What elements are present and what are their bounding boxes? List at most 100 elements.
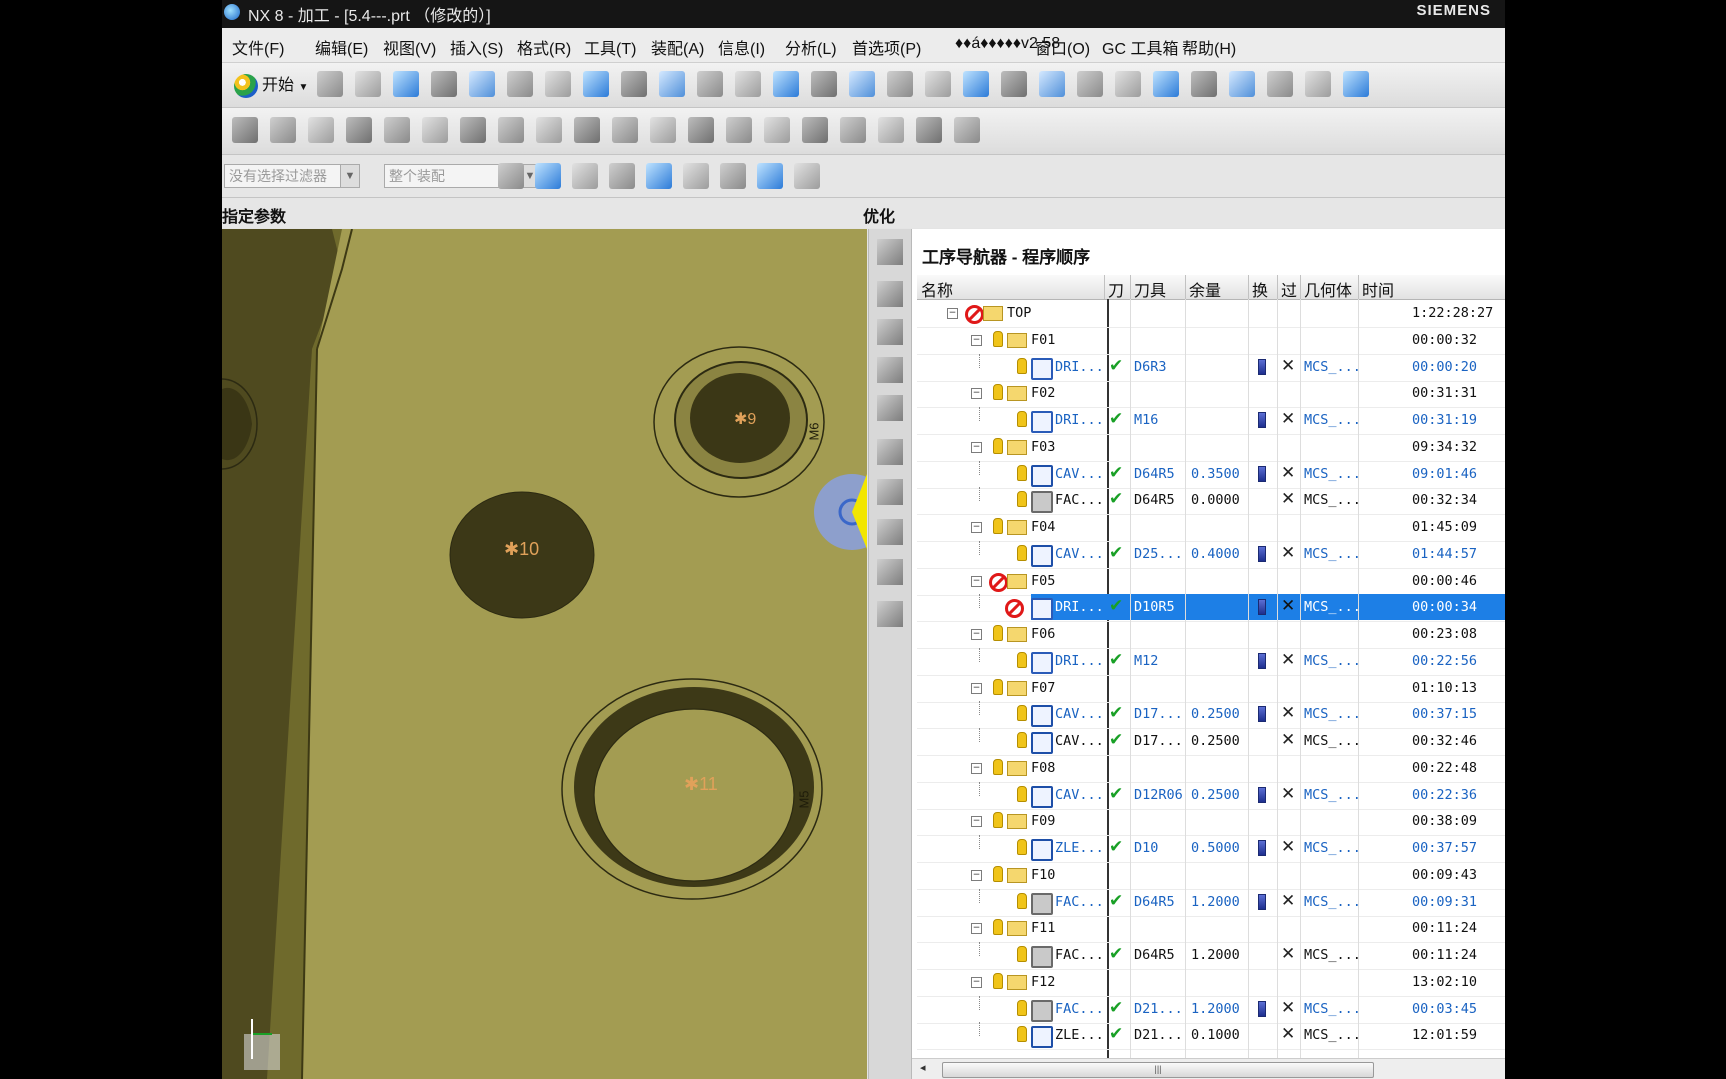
axis-icon[interactable] (683, 163, 709, 189)
collapse-toggle-icon[interactable]: − (971, 388, 982, 400)
offset-icon[interactable] (612, 117, 638, 143)
menu-item-6[interactable]: 装配(A) (651, 35, 704, 59)
draft-icon[interactable] (878, 117, 904, 143)
scrollbar-thumb[interactable]: ||| (942, 1062, 1374, 1078)
method-view-icon[interactable] (877, 357, 903, 383)
path-generate-icon[interactable] (877, 479, 903, 505)
drill-icon[interactable] (877, 439, 903, 465)
sweep-icon[interactable] (536, 117, 562, 143)
operation-nav-icon[interactable] (877, 395, 903, 421)
table-row[interactable]: − F06 00:23:08 (917, 621, 1505, 649)
collapse-toggle-icon[interactable]: − (971, 522, 982, 533)
sketch-icon[interactable] (422, 117, 448, 143)
pocket-icon[interactable] (840, 117, 866, 143)
table-row[interactable]: ZLE... ✔ D21... 0.1000 ✕ MCS_... 12:01:59 (917, 1022, 1505, 1051)
table-row[interactable]: DRI... ✔ M16 ✕ MCS_... 00:31:19 (917, 407, 1505, 435)
reset-icon[interactable] (720, 163, 746, 189)
point-icon[interactable] (535, 163, 561, 189)
collapse-toggle-icon[interactable]: − (947, 308, 958, 319)
horizontal-scrollbar[interactable]: ◂ ||| (912, 1058, 1505, 1079)
create-operation-icon[interactable] (925, 71, 951, 97)
collapse-toggle-icon[interactable]: − (971, 869, 982, 881)
menu-item-13[interactable]: 帮助(H) (1182, 35, 1236, 59)
chamfer-icon[interactable] (954, 117, 980, 143)
table-row[interactable]: FAC... ✔ D21... 1.2000 ✕ MCS_... 00:03:45 (917, 995, 1505, 1024)
menu-item-12[interactable]: GC 工具箱 (1102, 35, 1178, 59)
table-row[interactable]: DRI... ✔ D10R5 ✕ MCS_... 00:00:34 (917, 594, 1505, 623)
boolean-icon[interactable] (726, 117, 752, 143)
table-row[interactable]: CAV... ✔ D25... 0.4000 ✕ MCS_... 01:44:57 (917, 540, 1505, 569)
table-row[interactable]: DRI... ✔ D6R3 ✕ MCS_... 00:00:20 (917, 353, 1505, 382)
menu-item-1[interactable]: 编辑(E) (315, 35, 368, 59)
table-row[interactable]: FAC... ✔ D64R5 0.0000 ✕ MCS_... 00:32:34 (917, 487, 1505, 516)
collapse-toggle-icon[interactable]: − (971, 629, 982, 640)
machine-icon[interactable] (1267, 71, 1293, 97)
line-icon[interactable] (232, 117, 258, 143)
view-cube-icon[interactable] (794, 163, 820, 189)
shop-doc-icon[interactable] (877, 601, 903, 627)
select-icon[interactable] (572, 163, 598, 189)
shop-doc-icon[interactable] (1001, 71, 1027, 97)
table-row[interactable]: − F08 00:22:48 (917, 755, 1505, 783)
table-row[interactable]: CAV... ✔ D17... 0.2500 ✕ MCS_... 00:37:15 (917, 701, 1505, 730)
type-filter-dropdown[interactable]: 没有选择过滤器 ▼ (224, 164, 360, 188)
tool-icon[interactable] (621, 71, 647, 97)
menu-item-2[interactable]: 视图(V) (383, 35, 436, 59)
feeds-icon[interactable] (1229, 71, 1255, 97)
save-icon[interactable] (393, 71, 419, 97)
collapse-toggle-icon[interactable]: − (971, 762, 982, 774)
table-row[interactable]: − F11 00:11:24 (917, 915, 1505, 944)
column-header-6[interactable]: 几何体 (1304, 277, 1352, 301)
paste-icon[interactable] (583, 71, 609, 97)
project-icon[interactable] (650, 117, 676, 143)
table-row[interactable]: − TOP 1:22:28:27 (917, 300, 1505, 328)
datum-icon[interactable] (688, 117, 714, 143)
snap-icon[interactable] (498, 163, 524, 189)
table-row[interactable]: CAV... ✔ D64R5 0.3500 ✕ MCS_... 09:01:46 (917, 460, 1505, 489)
column-header-7[interactable]: 时间 (1362, 277, 1394, 301)
gouge-check-icon[interactable] (1191, 71, 1217, 97)
list-path-icon[interactable] (1153, 71, 1179, 97)
revolve-icon[interactable] (498, 117, 524, 143)
table-row[interactable]: − F02 00:31:31 (917, 380, 1505, 409)
table-row[interactable]: FAC... ✔ D64R5 1.2000 ✕ MCS_... 00:09:31 (917, 888, 1505, 917)
wireframe-icon[interactable] (735, 71, 761, 97)
open-icon[interactable] (355, 71, 381, 97)
create-program-icon[interactable] (773, 71, 799, 97)
arc-icon[interactable] (270, 117, 296, 143)
column-header-0[interactable]: 名称 (921, 277, 953, 301)
scroll-left-arrow[interactable]: ◂ (920, 1061, 926, 1074)
collapse-toggle-icon[interactable]: − (971, 816, 982, 828)
collapse-toggle-icon[interactable]: − (971, 923, 982, 935)
more-icon[interactable] (1343, 71, 1369, 97)
table-row[interactable]: − F12 13:02:10 (917, 969, 1505, 997)
collapse-toggle-icon[interactable]: − (971, 575, 982, 587)
table-row[interactable]: − F03 09:34:32 (917, 434, 1505, 462)
table-row[interactable]: ZLE... ✔ D10 0.5000 ✕ MCS_... 00:37:57 (917, 835, 1505, 863)
text-icon[interactable] (384, 117, 410, 143)
new-icon[interactable] (317, 71, 343, 97)
graphics-viewport[interactable]: ✱9 ✱10 ✱11 M6 M5 (222, 229, 867, 1079)
table-row[interactable]: − F05 00:00:46 (917, 568, 1505, 596)
menu-item-9[interactable]: 首选项(P) (852, 35, 921, 59)
menu-item-5[interactable]: 工具(T) (584, 35, 636, 59)
collapse-toggle-icon[interactable]: − (971, 441, 982, 453)
menu-item-11[interactable]: 窗口(O) (1035, 35, 1090, 59)
table-row[interactable]: − F09 00:38:09 (917, 808, 1505, 837)
menu-item-4[interactable]: 格式(R) (517, 35, 571, 59)
column-header-5[interactable]: 过 (1281, 277, 1297, 301)
table-row[interactable]: DRI... ✔ M12 ✕ MCS_... 00:22:56 (917, 647, 1505, 676)
table-row[interactable]: − F10 00:09:43 (917, 862, 1505, 890)
menu-item-3[interactable]: 插入(S) (450, 35, 503, 59)
spline-icon[interactable] (308, 117, 334, 143)
box-select-icon[interactable] (757, 163, 783, 189)
generate-icon[interactable] (1115, 71, 1141, 97)
collapse-toggle-icon[interactable]: − (971, 976, 982, 988)
measure-icon[interactable] (609, 163, 635, 189)
output-icon[interactable] (1305, 71, 1331, 97)
menu-item-8[interactable]: 分析(L) (785, 35, 837, 59)
table-row[interactable]: − F04 01:45:09 (917, 514, 1505, 542)
boss-icon[interactable] (802, 117, 828, 143)
verify-icon[interactable] (877, 519, 903, 545)
undo-icon[interactable] (431, 71, 457, 97)
